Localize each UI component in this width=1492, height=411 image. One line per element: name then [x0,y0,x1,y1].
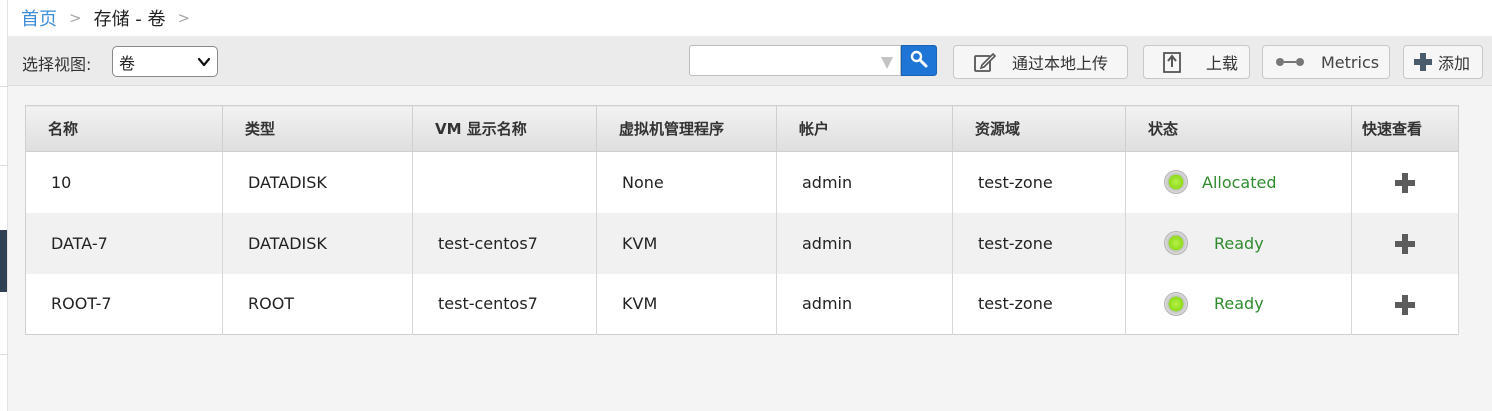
cell-quickview [1351,212,1459,274]
search-box [689,45,901,76]
quickview-plus-icon[interactable] [1394,294,1416,320]
cell-vm-name: test-centos7 [412,212,597,274]
state-indicator-icon [1164,170,1188,195]
filter-triangle-icon[interactable] [880,55,894,74]
edit-icon [972,51,998,73]
state-indicator-icon [1164,291,1188,316]
cell-zone: test-zone [952,212,1126,274]
cell-name: 10 [25,151,223,213]
cell-account: admin [776,212,953,274]
volumes-table: 名称 类型 VM 显示名称 虚拟机管理程序 帐户 资源域 状态 快速查看 10 … [25,105,1459,335]
upload-local-label: 通过本地上传 [1012,54,1109,73]
column-header-type[interactable]: 类型 [222,105,413,152]
cell-type: DATADISK [222,151,413,213]
toolbar: 选择视图: 卷 通过本地上传 上载 Metrics 添加 [8,36,1492,86]
column-header-hypervisor[interactable]: 虚拟机管理程序 [596,105,777,152]
state-text: Ready [1214,294,1264,314]
breadcrumb-home-link[interactable]: 首页 [21,5,57,31]
metrics-button[interactable]: Metrics [1262,45,1390,79]
column-header-name[interactable]: 名称 [25,105,223,152]
cell-vm-name [412,151,597,213]
breadcrumb-current: 存储 - 卷 [93,9,166,30]
cell-quickview [1351,273,1459,335]
cell-state: Ready [1125,273,1352,335]
cell-type: DATADISK [222,212,413,274]
search-button[interactable] [901,45,937,76]
cell-name: DATA-7 [25,212,223,274]
cell-vm-name: test-centos7 [412,273,597,335]
left-edge-strip [0,0,8,411]
state-text: Allocated [1202,172,1277,192]
cell-zone: test-zone [952,151,1126,213]
cell-name: ROOT-7 [25,273,223,335]
state-text: Ready [1214,233,1264,253]
quickview-plus-icon[interactable] [1394,233,1416,259]
cell-account: admin [776,151,953,213]
quickview-plus-icon[interactable] [1394,172,1416,198]
column-header-quickview: 快速查看 [1351,105,1459,152]
breadcrumb: 首页 > 存储 - 卷 > [8,0,1492,36]
cell-state: Allocated [1125,151,1352,213]
magnifier-icon [909,49,929,73]
table-header-row: 名称 类型 VM 显示名称 虚拟机管理程序 帐户 资源域 状态 快速查看 [25,105,1459,152]
upload-local-button[interactable]: 通过本地上传 [953,45,1128,79]
cell-hypervisor: None [596,151,777,213]
sidebar-edge [0,230,7,292]
breadcrumb-separator: > [177,9,191,27]
divider [0,86,8,87]
view-select-label: 选择视图: [22,55,92,74]
view-select-value: 卷 [119,53,136,73]
cell-zone: test-zone [952,273,1126,335]
table-row[interactable]: ROOT-7 ROOT test-centos7 KVM admin test-… [25,273,1459,335]
upload-label: 上载 [1206,54,1239,73]
cell-hypervisor: KVM [596,273,777,335]
table-row[interactable]: DATA-7 DATADISK test-centos7 KVM admin t… [25,212,1459,274]
cell-account: admin [776,273,953,335]
view-select[interactable]: 卷 [112,46,218,77]
metrics-icon [1275,55,1305,69]
table-row[interactable]: 10 DATADISK None admin test-zone Allocat… [25,151,1459,213]
column-header-vm-name[interactable]: VM 显示名称 [412,105,597,152]
state-indicator-icon [1164,231,1188,255]
column-header-state[interactable]: 状态 [1125,105,1352,152]
column-header-account[interactable]: 帐户 [776,105,953,152]
cell-type: ROOT [222,273,413,335]
breadcrumb-separator: > [69,9,82,27]
metrics-label: Metrics [1321,52,1380,72]
cell-state: Ready [1125,212,1352,274]
upload-icon [1160,50,1184,74]
plus-icon [1412,52,1434,72]
add-label: 添加 [1438,54,1471,73]
search-input[interactable] [690,46,870,75]
divider [0,165,8,166]
column-header-zone[interactable]: 资源域 [952,105,1126,152]
cell-hypervisor: KVM [596,212,777,274]
chevron-down-icon [197,54,211,73]
cell-quickview [1351,151,1459,213]
divider [0,354,8,355]
upload-button[interactable]: 上载 [1143,45,1250,79]
add-button[interactable]: 添加 [1403,45,1483,79]
